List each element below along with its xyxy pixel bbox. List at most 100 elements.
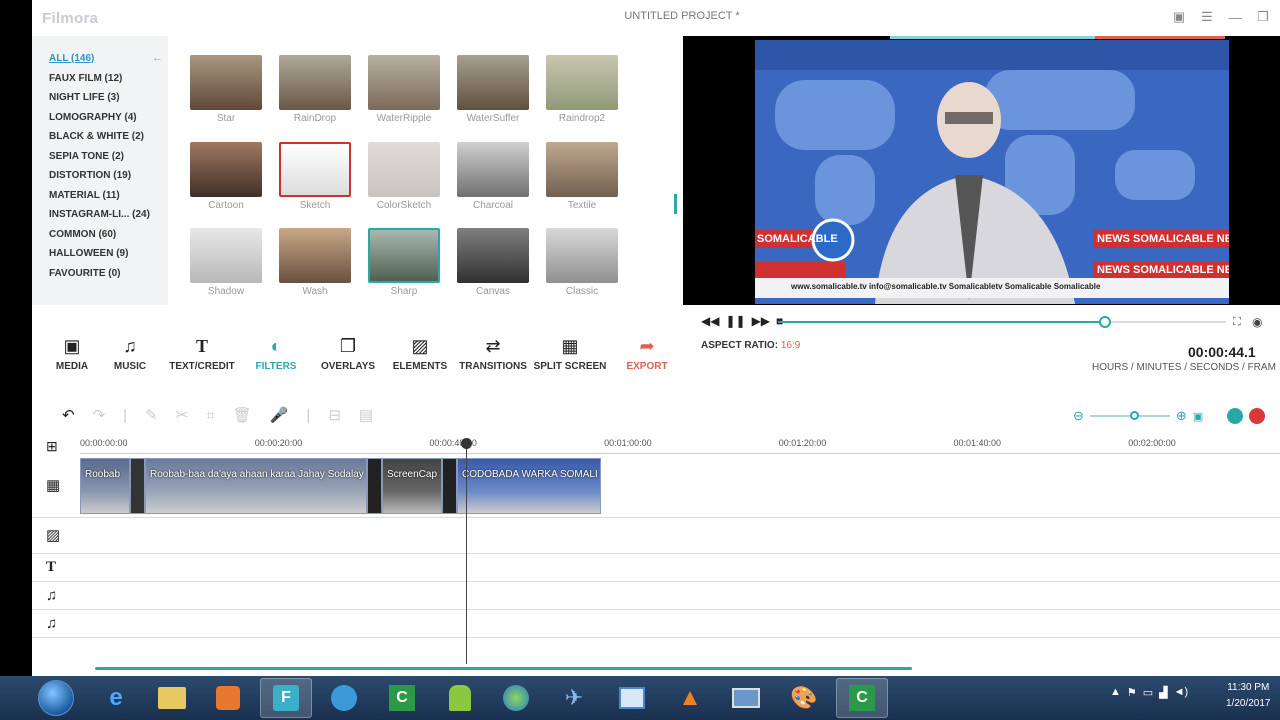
internet-explorer-icon[interactable]: e [90, 678, 142, 718]
transition-marker[interactable] [130, 458, 145, 514]
playback-progress-knob[interactable] [1099, 316, 1112, 328]
filter-thumbnail[interactable] [368, 55, 440, 110]
voiceover-icon[interactable]: 🎤 [270, 406, 289, 424]
category-item[interactable]: ALL (146) [49, 53, 94, 64]
clock-time: 11:30 PM [1227, 682, 1270, 693]
transition-marker[interactable] [367, 458, 382, 514]
video-clip[interactable]: Roobab-baa da'aya ahaan karaa Jahay Soda… [145, 458, 367, 514]
category-item[interactable]: SEPIA TONE (2) [49, 151, 124, 162]
toolbar-elements-button[interactable]: ▨ ELEMENTS [380, 335, 460, 373]
add-track-ruler-icon[interactable]: ⊞ [46, 438, 58, 455]
start-button[interactable] [38, 680, 74, 716]
toolbar-transitions-button[interactable]: ⇄ TRANSITIONS [453, 335, 533, 373]
filter-thumbnail[interactable] [546, 55, 618, 110]
detach-audio-icon[interactable]: ⊟ [328, 406, 341, 424]
playhead[interactable] [466, 438, 467, 664]
filter-scrollbar[interactable] [674, 194, 677, 214]
battery-icon[interactable]: ▭ [1143, 686, 1153, 699]
camtasia-icon[interactable]: C [376, 678, 428, 718]
filter-thumbnail[interactable] [546, 228, 618, 283]
timeline-scrollbar[interactable] [95, 667, 912, 670]
save-icon[interactable]: ▣ [1170, 8, 1188, 26]
android-icon[interactable] [434, 678, 486, 718]
video-clip[interactable]: ScreenCap [382, 458, 442, 514]
clock[interactable]: 11:30 PM 1/20/2017 [1226, 680, 1271, 712]
network-icon[interactable]: ▟ [1159, 686, 1167, 699]
media-player-icon[interactable] [202, 678, 254, 718]
mosaic-icon[interactable]: ▤ [359, 406, 373, 424]
fullscreen-icon[interactable]: ⛶ [1233, 316, 1241, 329]
zoom-out-icon[interactable]: ⊖ [1073, 408, 1084, 424]
aspect-ratio-value[interactable]: 16:9 [781, 340, 800, 351]
tray-arrow-icon[interactable]: ▲ [1110, 686, 1121, 699]
filter-thumbnail[interactable] [457, 55, 529, 110]
fit-timeline-icon[interactable]: ▣ [1193, 410, 1203, 423]
collapse-arrow-icon[interactable]: ← [152, 52, 163, 64]
category-item[interactable]: LOMOGRAPHY (4) [49, 112, 137, 123]
toolbar-export-button[interactable]: ➦ EXPORT [607, 335, 687, 373]
category-item[interactable]: INSTAGRAM-LI... (24) [49, 209, 150, 220]
filter-thumbnail[interactable] [457, 141, 529, 197]
redo-icon[interactable]: ↷ [93, 406, 106, 424]
category-item[interactable]: FAUX FILM (12) [49, 73, 122, 84]
toolbar-split-screen-button[interactable]: ▦ SPLIT SCREEN [530, 335, 610, 373]
zoom-in-icon[interactable]: ⊕ [1176, 408, 1187, 424]
add-track-icon[interactable] [1227, 408, 1244, 424]
delete-icon[interactable]: 🗑 [233, 406, 252, 424]
category-item[interactable]: HALLOWEEN (9) [49, 248, 128, 259]
minimize-icon[interactable]: — [1226, 8, 1244, 26]
toolbar-music-button[interactable]: ♫ MUSIC [90, 335, 170, 373]
category-item[interactable]: NIGHT LIFE (3) [49, 92, 120, 103]
vlc-icon[interactable]: ▲ [664, 678, 716, 718]
category-item[interactable]: COMMON (60) [49, 229, 116, 240]
filmora-taskbar-icon[interactable]: F [260, 678, 312, 718]
control-panel-icon[interactable] [606, 678, 658, 718]
rewind-icon[interactable]: ◀◀ [701, 314, 719, 328]
category-item[interactable]: DISTORTION (19) [49, 170, 131, 181]
globe-icon[interactable] [490, 678, 542, 718]
paint-icon[interactable]: 🎨 [778, 678, 830, 718]
app-icon-blue[interactable] [318, 678, 370, 718]
video-clip[interactable]: Roobab [80, 458, 130, 514]
category-item[interactable]: MATERIAL (11) [49, 190, 120, 201]
filter-thumbnail[interactable] [457, 228, 529, 283]
filter-thumbnail[interactable] [546, 141, 618, 197]
zoom-slider[interactable] [1089, 411, 1170, 420]
playhead-handle[interactable] [461, 438, 472, 449]
pause-icon[interactable]: ❚❚ [725, 314, 745, 328]
crop-icon[interactable]: ⌗ [206, 407, 214, 424]
filter-thumbnail[interactable] [190, 228, 262, 283]
filter-thumbnail[interactable] [190, 55, 262, 110]
restore-icon[interactable]: ❐ [1254, 8, 1272, 26]
split-icon[interactable]: ✂ [176, 406, 189, 424]
filter-thumbnail[interactable] [368, 141, 440, 197]
snapshot-icon[interactable]: ◉ [1252, 315, 1262, 329]
toolbar-overlays-button[interactable]: ❐ OVERLAYS [308, 335, 388, 373]
file-explorer-icon[interactable] [146, 678, 198, 718]
filter-thumbnail[interactable] [279, 141, 351, 197]
satellite-icon[interactable]: ✈ [548, 678, 600, 718]
volume-icon[interactable]: ◄) [1174, 686, 1189, 699]
camtasia-recorder-icon[interactable]: C [836, 678, 888, 718]
clock-date: 1/20/2017 [1226, 698, 1271, 709]
category-item[interactable]: FAVOURITE (0) [49, 268, 120, 279]
transition-marker[interactable] [442, 458, 457, 514]
filter-thumbnail[interactable] [279, 55, 351, 110]
toolbar-text-button[interactable]: T TEXT/CREDIT [162, 335, 242, 373]
video-track-icon: ▦ [46, 477, 61, 494]
photo-viewer-icon[interactable] [720, 678, 772, 718]
video-clip[interactable]: CODOBADA WARKA SOMALI [457, 458, 601, 514]
fast-forward-icon[interactable]: ▶▶ [752, 314, 770, 328]
filter-thumbnail[interactable] [279, 228, 351, 283]
filter-label: Shadow [207, 286, 245, 297]
playback-progress-track[interactable] [778, 316, 1226, 328]
undo-icon[interactable]: ↶ [62, 406, 75, 424]
filter-thumbnail[interactable] [368, 228, 440, 283]
flag-icon[interactable]: ⚑ [1127, 686, 1137, 699]
toolbar-filters-button[interactable]: ◐ FILTERS [236, 335, 316, 373]
menu-icon[interactable]: ☰ [1198, 8, 1216, 26]
record-icon[interactable] [1249, 408, 1266, 424]
filter-thumbnail[interactable] [190, 141, 262, 197]
edit-icon[interactable]: ✎ [145, 406, 158, 424]
category-item[interactable]: BLACK & WHITE (2) [49, 131, 144, 142]
